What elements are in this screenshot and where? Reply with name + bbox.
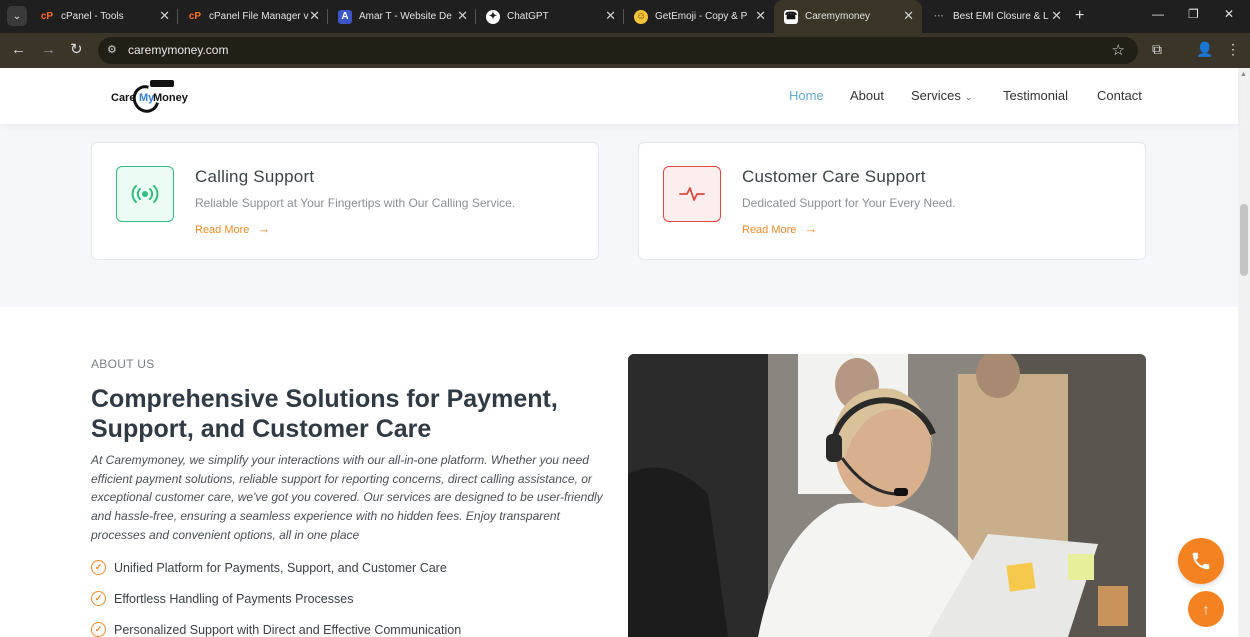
chatgpt-icon: ✦ xyxy=(486,9,500,24)
emoji-icon: ☺ xyxy=(634,9,648,24)
tab-search-button[interactable]: ⌄ xyxy=(7,6,27,26)
arrow-up-icon: ↑ xyxy=(1202,601,1210,617)
site-logo[interactable]: Care My Money xyxy=(109,79,191,118)
restore-icon[interactable]: ❐ xyxy=(1188,7,1199,21)
forward-icon[interactable]: → xyxy=(41,41,56,59)
nav-home[interactable]: Home xyxy=(789,88,824,103)
arrow-right-icon: → xyxy=(257,221,271,236)
pulse-icon xyxy=(663,166,721,222)
browser-tab[interactable]: cP cPanel - Tools ✕ xyxy=(30,0,178,33)
read-more-label: Read More xyxy=(195,224,250,236)
page-scrollbar[interactable]: ▲ xyxy=(1238,68,1250,637)
check-circle-icon: ✓ xyxy=(91,622,106,637)
check-circle-icon: ✓ xyxy=(91,560,106,575)
browser-tab[interactable]: ✦ ChatGPT ✕ xyxy=(476,0,624,33)
about-eyebrow: ABOUT US xyxy=(91,357,155,371)
loading-icon: ··· xyxy=(934,11,944,22)
browser-tab[interactable]: A Amar T - Website De ✕ xyxy=(328,0,476,33)
cpanel-icon: cP xyxy=(188,11,202,22)
browser-tab-bar: ⌄ cP cPanel - Tools ✕ cP cPanel File Man… xyxy=(0,0,1250,33)
new-tab-icon[interactable]: + xyxy=(1075,7,1084,25)
read-more-link[interactable]: Read More → xyxy=(195,221,270,236)
logo-text-care: Care xyxy=(111,92,136,104)
service-description: Dedicated Support for Your Every Need. xyxy=(742,196,956,210)
profile-icon[interactable]: 👤 xyxy=(1196,41,1213,58)
tab-title: Best EMI Closure & L xyxy=(953,11,1049,22)
browser-toolbar: ← → ↻ ⚙ caremymoney.com ☆ ⧉ 👤 ⋮ xyxy=(0,33,1250,68)
check-circle-icon: ✓ xyxy=(91,591,106,606)
read-more-label: Read More xyxy=(742,224,797,236)
nav-testimonial[interactable]: Testimonial xyxy=(1003,88,1068,103)
service-card-customer-care: Customer Care Support Dedicated Support … xyxy=(638,142,1146,260)
app-icon: A xyxy=(338,9,352,24)
nav-services[interactable]: Services ⌄ xyxy=(911,88,972,103)
close-tab-icon[interactable]: ✕ xyxy=(903,9,914,23)
reload-icon[interactable]: ↻ xyxy=(70,41,83,59)
about-photo xyxy=(628,354,1146,637)
tab-title: cPanel File Manager v xyxy=(209,11,309,22)
service-description: Reliable Support at Your Fingertips with… xyxy=(195,196,516,210)
phone-icon xyxy=(1192,552,1210,570)
services-section: Calling Support Reliable Support at Your… xyxy=(0,124,1238,307)
logo-text-money: Money xyxy=(153,92,188,104)
logo-tag xyxy=(150,80,174,87)
feature-item: ✓ Personalized Support with Direct and E… xyxy=(91,622,461,637)
call-button[interactable] xyxy=(1178,538,1224,584)
site-info-icon[interactable]: ⚙ xyxy=(107,43,117,56)
scroll-up-arrow-icon[interactable]: ▲ xyxy=(1240,71,1247,78)
url-text[interactable]: caremymoney.com xyxy=(128,43,228,57)
close-tab-icon[interactable]: ✕ xyxy=(309,9,320,23)
cpanel-icon: cP xyxy=(40,11,54,22)
address-bar[interactable]: ⚙ caremymoney.com ☆ xyxy=(98,37,1138,64)
browser-tab[interactable]: cP cPanel File Manager v ✕ xyxy=(178,0,328,33)
feature-item: ✓ Unified Platform for Payments, Support… xyxy=(91,560,447,575)
logo-text-my: My xyxy=(139,92,155,104)
close-tab-icon[interactable]: ✕ xyxy=(457,9,468,23)
browser-menu-icon[interactable]: ⋮ xyxy=(1226,41,1240,58)
browser-tab[interactable]: ··· Best EMI Closure & L ✕ xyxy=(922,0,1070,33)
close-tab-icon[interactable]: ✕ xyxy=(1051,9,1062,23)
back-icon[interactable]: ← xyxy=(11,41,26,59)
feature-text: Unified Platform for Payments, Support, … xyxy=(114,560,447,575)
minimize-icon[interactable]: — xyxy=(1152,7,1164,21)
extensions-icon[interactable]: ⧉ xyxy=(1152,41,1162,58)
service-title: Calling Support xyxy=(195,167,315,186)
close-tab-icon[interactable]: ✕ xyxy=(755,9,766,23)
service-title: Customer Care Support xyxy=(742,167,926,186)
about-title: Comprehensive Solutions for Payment, Sup… xyxy=(91,385,558,443)
read-more-link[interactable]: Read More → xyxy=(742,221,817,236)
browser-tab[interactable]: ☺ GetEmoji - Copy & P ✕ xyxy=(624,0,774,33)
service-card-calling: Calling Support Reliable Support at Your… xyxy=(91,142,599,260)
nav-about[interactable]: About xyxy=(850,88,884,103)
tab-title: Caremymoney xyxy=(805,11,871,22)
broadcast-icon xyxy=(116,166,174,222)
nav-services-label: Services xyxy=(911,88,961,103)
arrow-right-icon: → xyxy=(804,221,818,236)
feature-text: Personalized Support with Direct and Eff… xyxy=(114,622,462,637)
browser-tab-active[interactable]: ☎ Caremymoney ✕ xyxy=(774,0,922,33)
close-window-icon[interactable]: ✕ xyxy=(1224,7,1234,21)
caremymoney-icon: ☎ xyxy=(784,9,798,24)
tab-title: GetEmoji - Copy & P xyxy=(655,11,748,22)
close-tab-icon[interactable]: ✕ xyxy=(605,9,616,23)
nav-contact[interactable]: Contact xyxy=(1097,88,1142,103)
tab-title: ChatGPT xyxy=(507,11,549,22)
feature-text: Effortless Handling of Payments Processe… xyxy=(114,591,354,606)
bookmark-star-icon[interactable]: ☆ xyxy=(1112,41,1125,59)
feature-item: ✓ Effortless Handling of Payments Proces… xyxy=(91,591,353,606)
tab-title: Amar T - Website De xyxy=(359,11,452,22)
chevron-down-icon: ⌄ xyxy=(964,92,973,102)
about-description: At Caremymoney, we simplify your interac… xyxy=(91,453,603,542)
scroll-to-top-button[interactable]: ↑ xyxy=(1188,591,1224,627)
site-header: Care My Money Home About Services ⌄ Testi… xyxy=(0,68,1238,124)
scrollbar-thumb[interactable] xyxy=(1240,204,1248,276)
tab-title: cPanel - Tools xyxy=(61,11,124,22)
close-tab-icon[interactable]: ✕ xyxy=(159,9,170,23)
